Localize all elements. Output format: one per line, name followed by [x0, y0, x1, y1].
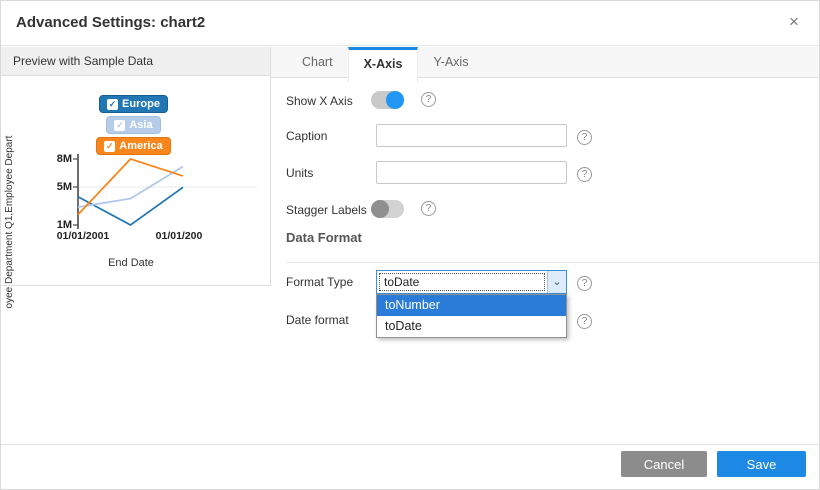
format-type-label: Format Type [286, 275, 353, 289]
show-x-axis-label: Show X Axis [286, 94, 353, 108]
legend-label: Europe [122, 98, 160, 110]
caption-input[interactable] [376, 124, 567, 147]
caption-label: Caption [286, 129, 327, 143]
format-type-select[interactable]: toDate ⌄ [376, 270, 567, 294]
help-icon[interactable]: ? [577, 314, 592, 329]
y-tick-label-5m: 5M [46, 181, 72, 193]
legend-label: Asia [129, 119, 152, 131]
show-x-axis-toggle[interactable] [371, 91, 404, 109]
format-type-dropdown-list: toNumber toDate [376, 294, 567, 338]
save-button[interactable]: Save [717, 451, 806, 477]
close-icon[interactable]: × [783, 11, 805, 33]
legend-item-asia[interactable]: ✓ Asia [106, 116, 160, 134]
x-tick-label-left: 01/01/2001 [46, 230, 120, 242]
date-format-label: Date format [286, 313, 349, 327]
data-format-section-header: Data Format [286, 230, 362, 245]
help-icon[interactable]: ? [421, 201, 436, 216]
dialog-title: Advanced Settings: chart2 [16, 14, 205, 31]
footer-divider [1, 444, 819, 445]
chart-legend: ✓ Europe ✓ Asia ✓ America [61, 95, 206, 155]
help-icon[interactable]: ? [577, 130, 592, 145]
stagger-labels-toggle[interactable] [371, 200, 404, 218]
stagger-labels-label: Stagger Labels [286, 203, 367, 217]
help-icon[interactable]: ? [421, 92, 436, 107]
series-line-europe [78, 187, 183, 225]
chevron-down-icon[interactable]: ⌄ [547, 271, 566, 293]
legend-item-europe[interactable]: ✓ Europe [99, 95, 168, 113]
advanced-settings-dialog: Advanced Settings: chart2 × Preview with… [0, 0, 820, 490]
tab-y-axis[interactable]: Y-Axis [418, 47, 483, 77]
settings-panel: Chart X-Axis Y-Axis Show X Axis ? Captio… [271, 47, 819, 489]
legend-checkbox[interactable]: ✓ [104, 141, 115, 152]
help-icon[interactable]: ? [577, 276, 592, 291]
dialog-header: Advanced Settings: chart2 × [1, 1, 819, 46]
chart-y-axis-label: oyee Department Q1,Employee Depart [4, 124, 18, 320]
chart-x-axis-title: End Date [81, 257, 181, 269]
tab-bar: Chart X-Axis Y-Axis [271, 47, 819, 78]
tab-chart[interactable]: Chart [287, 47, 348, 77]
dropdown-option-todate[interactable]: toDate [377, 316, 566, 337]
toggle-knob [371, 200, 389, 218]
preview-panel: Preview with Sample Data oyee Department… [1, 47, 271, 286]
help-icon[interactable]: ? [577, 167, 592, 182]
section-divider [286, 262, 819, 263]
tab-x-axis[interactable]: X-Axis [348, 47, 419, 83]
legend-checkbox[interactable]: ✓ [114, 120, 125, 131]
format-type-selected-value: toDate [379, 273, 545, 291]
dropdown-option-tonumber[interactable]: toNumber [377, 295, 566, 316]
units-label: Units [286, 166, 313, 180]
legend-checkbox[interactable]: ✓ [107, 99, 118, 110]
y-tick-label-8m: 8M [46, 153, 72, 165]
x-tick-label-right: 01/01/200 [142, 230, 216, 242]
preview-panel-header: Preview with Sample Data [1, 47, 270, 76]
toggle-knob [386, 91, 404, 109]
units-input[interactable] [376, 161, 567, 184]
cancel-button[interactable]: Cancel [621, 451, 707, 477]
